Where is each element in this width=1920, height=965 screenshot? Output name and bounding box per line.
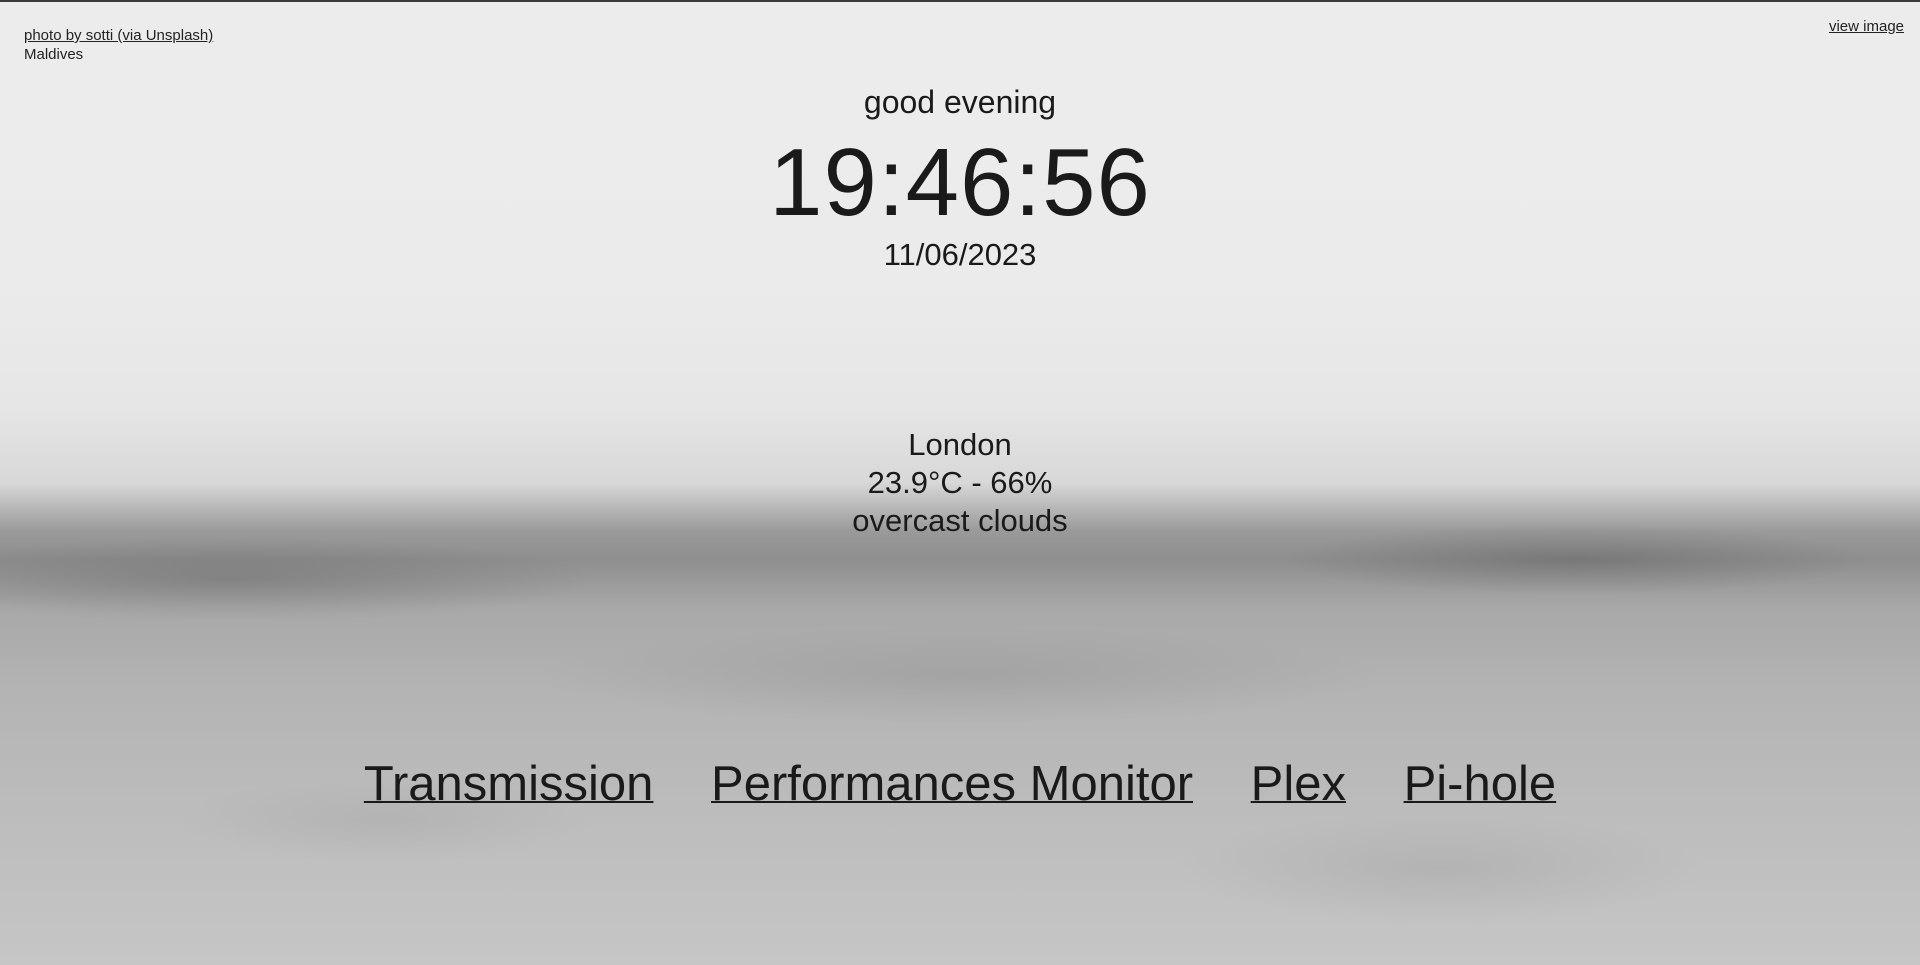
- top-border: [0, 0, 1920, 2]
- link-pi-hole[interactable]: Pi-hole: [1404, 757, 1557, 811]
- date: 11/06/2023: [883, 237, 1037, 272]
- weather-widget: London 23.9°C - 66% overcast clouds: [0, 426, 1920, 540]
- photo-location: Maldives: [24, 46, 84, 63]
- clock: 19:46:56: [769, 129, 1151, 236]
- weather-temp-humidity: 23.9°C - 66%: [867, 465, 1053, 500]
- greeting: good evening: [863, 84, 1057, 120]
- photo-credit: photo by sotti (via Unsplash) Maldives: [24, 26, 213, 64]
- link-transmission[interactable]: Transmission: [364, 757, 654, 811]
- photo-credit-link[interactable]: photo by sotti (via Unsplash): [24, 27, 213, 44]
- weather-description: overcast clouds: [852, 503, 1068, 538]
- link-plex[interactable]: Plex: [1251, 757, 1346, 811]
- service-links: Transmission Performances Monitor Plex P…: [0, 756, 1920, 812]
- view-image-link[interactable]: view image: [1829, 18, 1904, 35]
- link-performances-monitor[interactable]: Performances Monitor: [711, 757, 1193, 811]
- weather-city: London: [908, 427, 1012, 462]
